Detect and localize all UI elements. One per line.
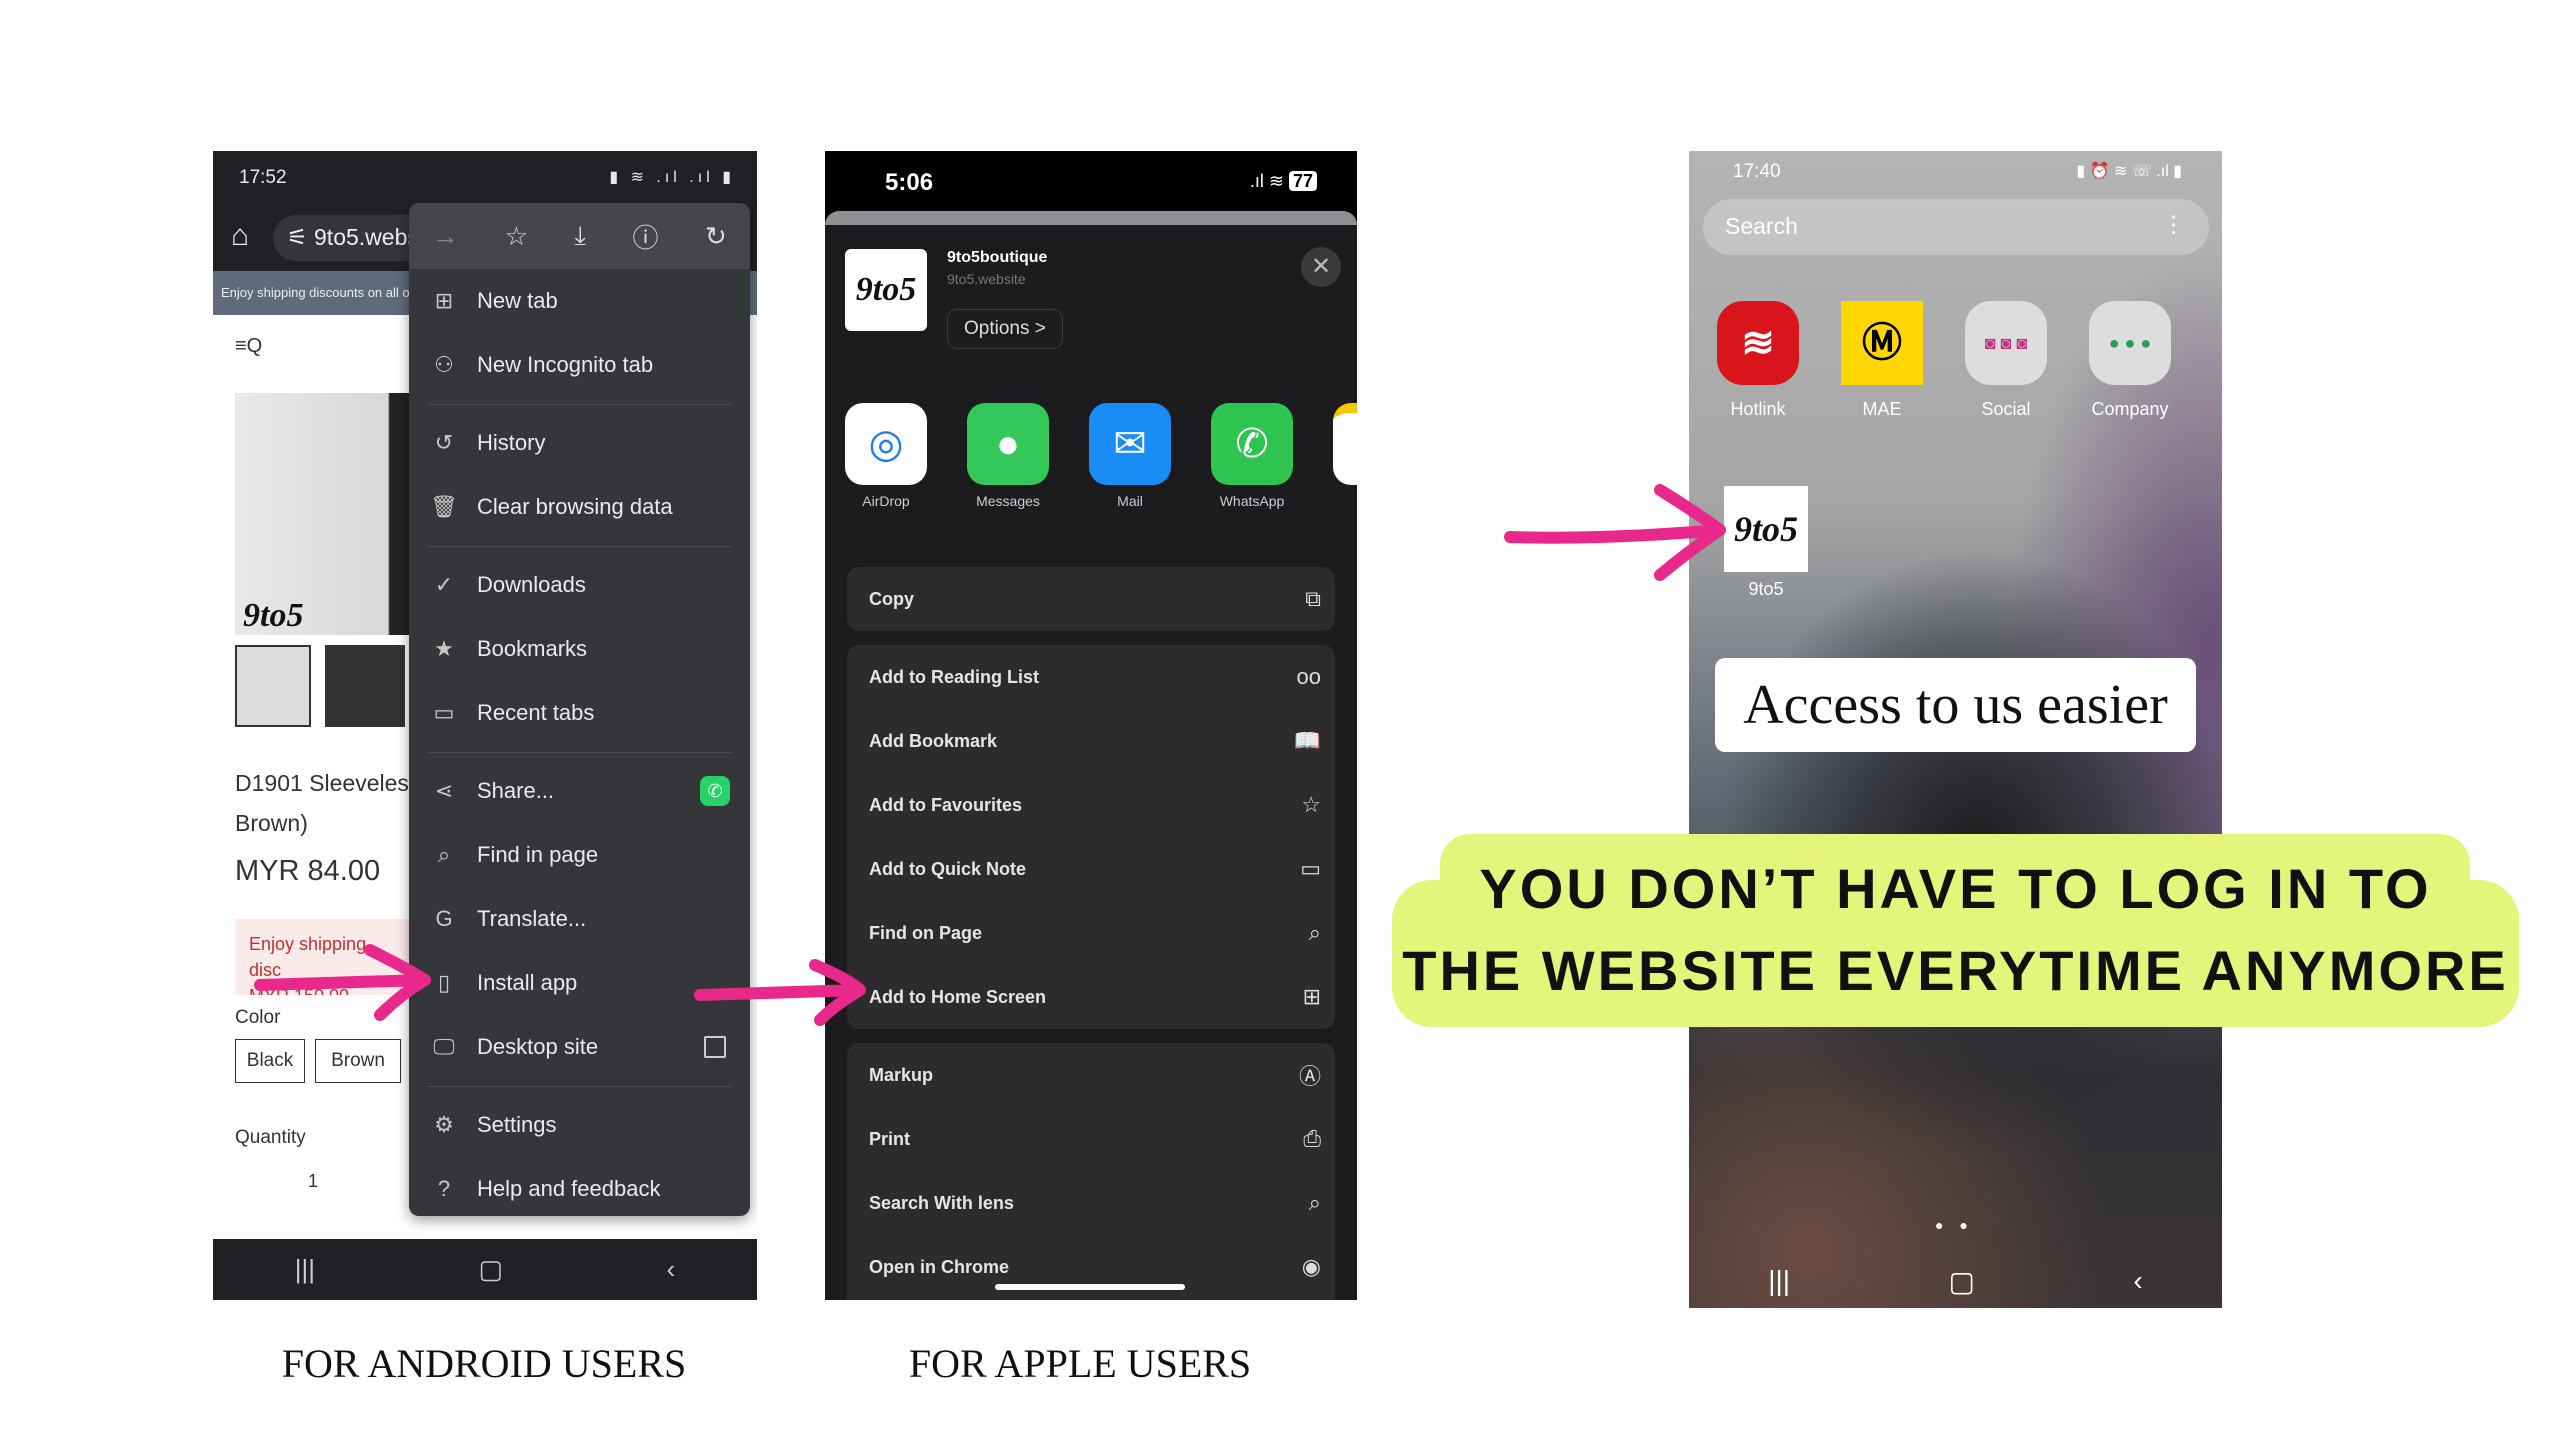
- arrow-install-app: [254, 944, 431, 1021]
- arrow-home-shortcut: [1504, 484, 1726, 581]
- arrow-add-to-home: [694, 959, 866, 1026]
- arrows: [254, 484, 1726, 1026]
